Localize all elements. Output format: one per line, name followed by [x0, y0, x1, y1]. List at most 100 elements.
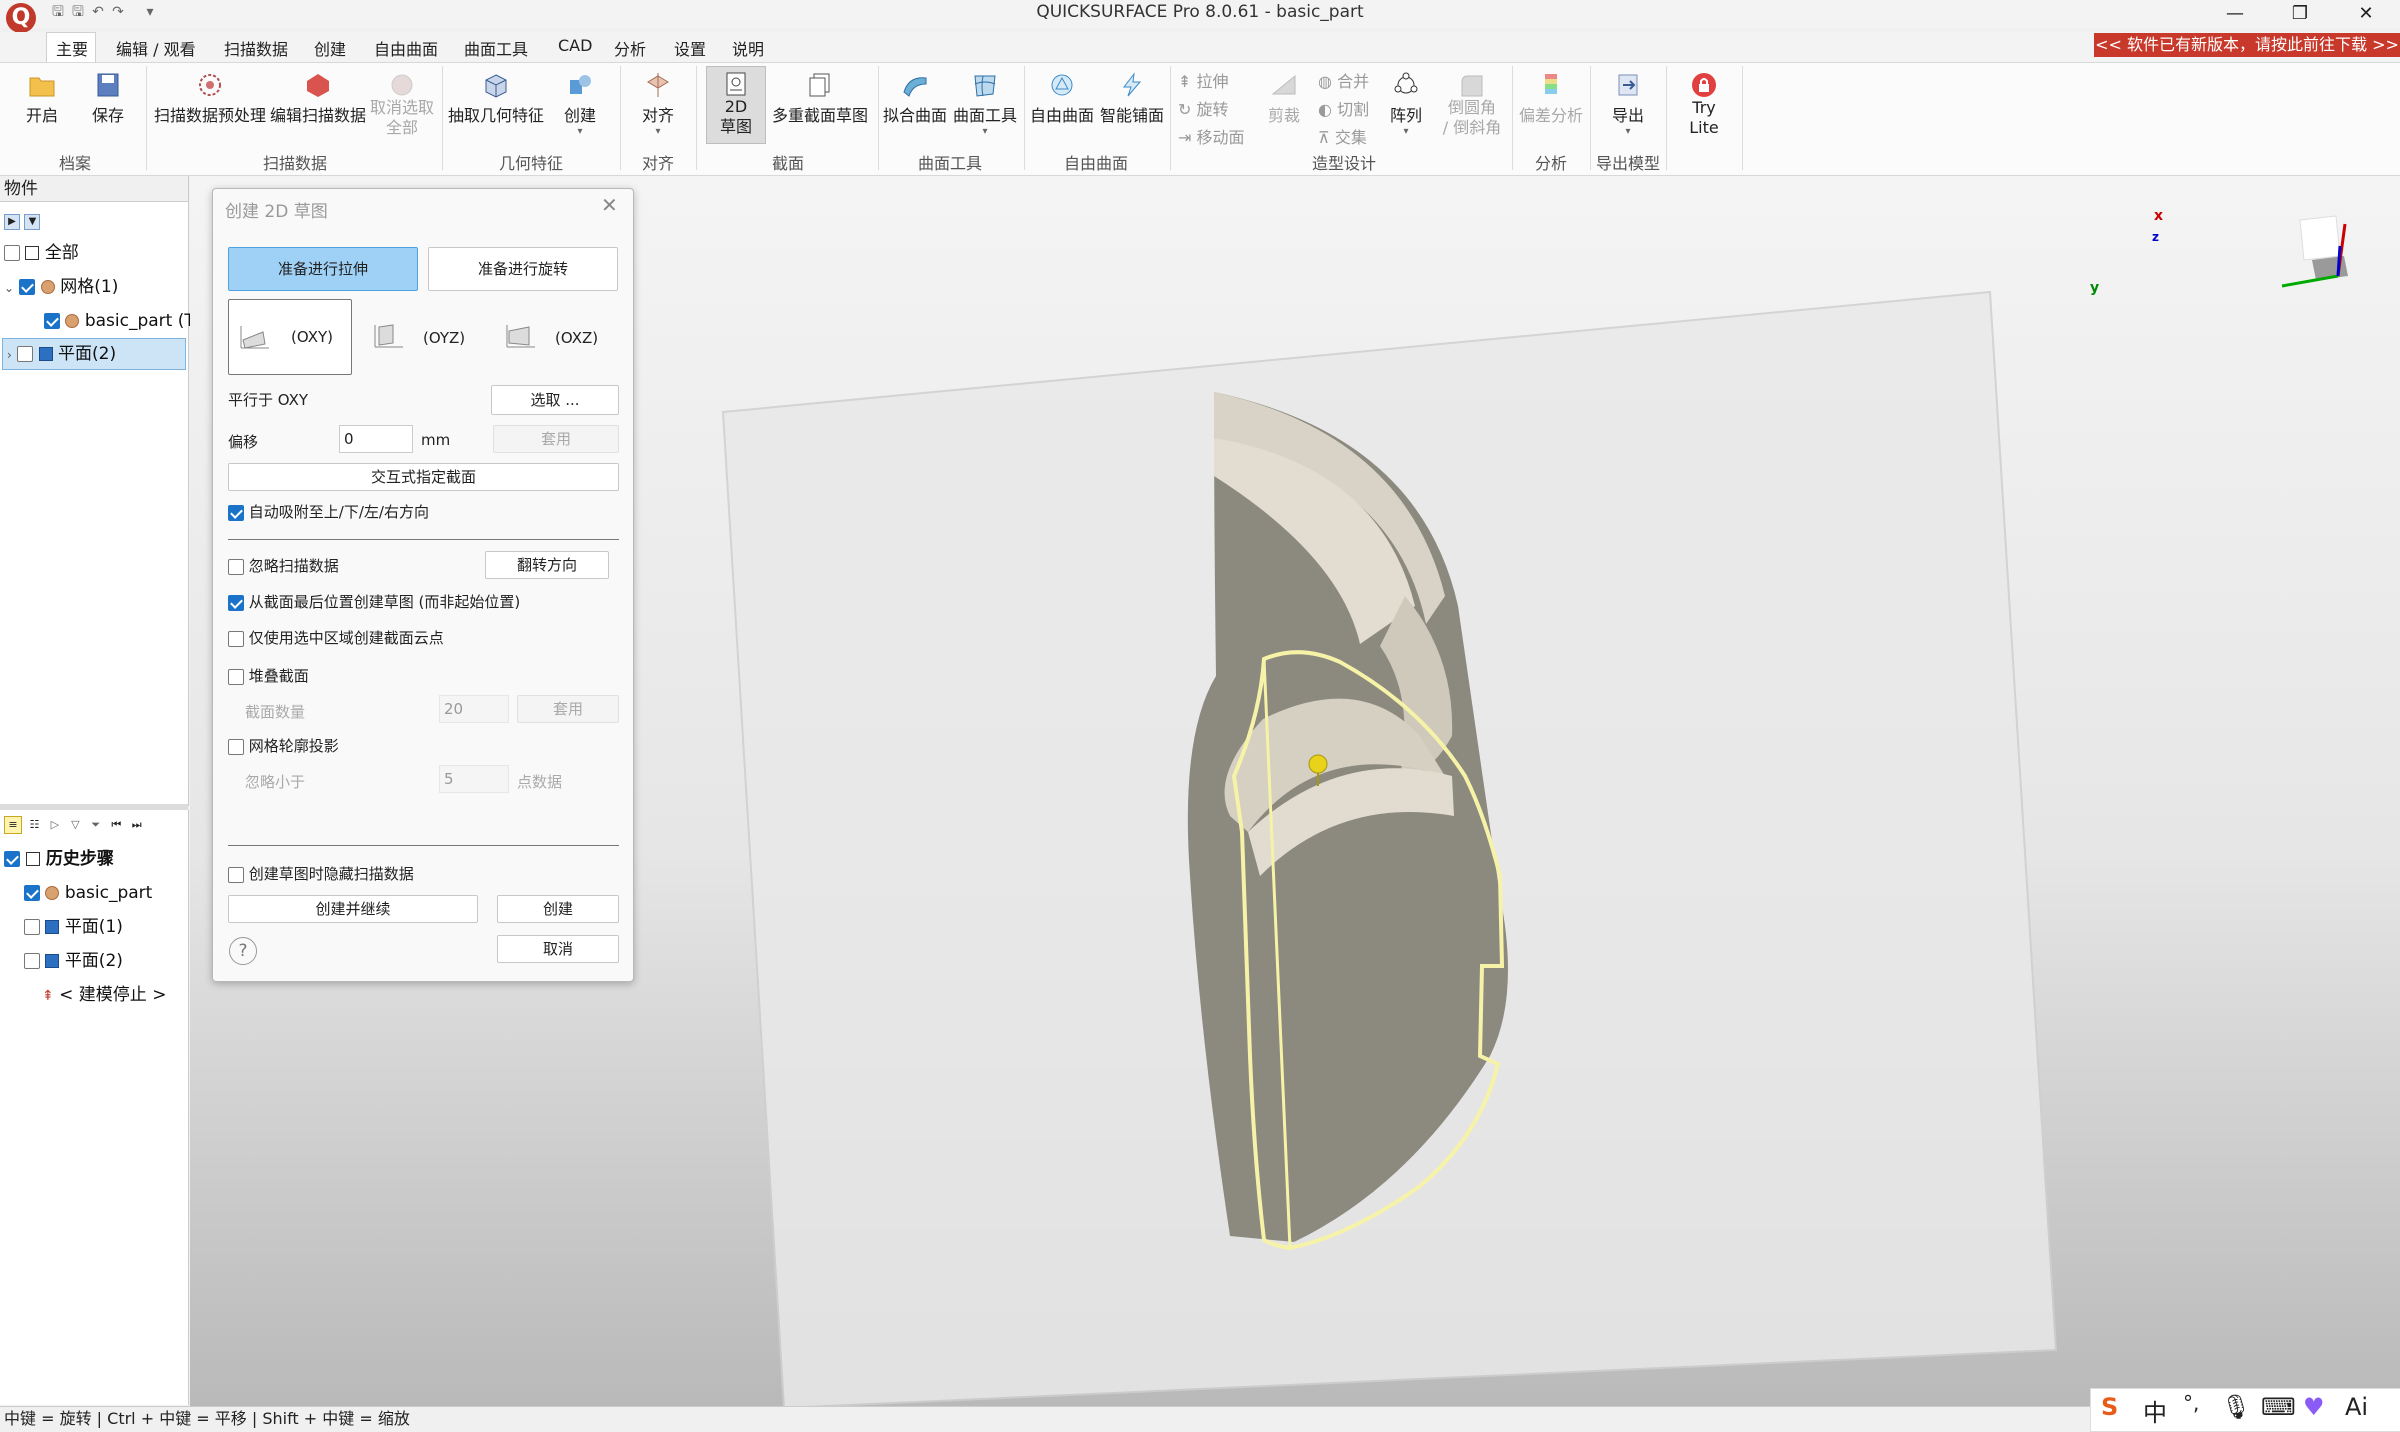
tree-checkbox[interactable] — [44, 313, 60, 329]
move-face-button[interactable]: ⇥ 移动面 — [1178, 124, 1245, 148]
tree-item-mesh[interactable]: ⌄ 网格(1) — [4, 272, 118, 302]
ignore-scan-checkbox[interactable] — [228, 558, 244, 575]
collapse-chevron-icon[interactable]: ⌄ — [4, 281, 14, 295]
expand-chevron-icon[interactable]: › — [7, 348, 12, 362]
app-logo-icon[interactable]: Q — [6, 3, 36, 33]
free-surface-button[interactable]: 自由曲面 — [1026, 72, 1098, 126]
menu-create[interactable]: 创建 — [314, 36, 346, 60]
funnel-icon[interactable]: ⏷ — [88, 817, 104, 833]
menu-help[interactable]: 说明 — [732, 36, 764, 60]
deselect-all-button[interactable]: 取消选取 全部 — [368, 72, 436, 138]
menu-surface-tools[interactable]: 曲面工具 — [464, 36, 528, 60]
try-lite-button[interactable]: Try Lite — [1676, 72, 1732, 138]
scan-preprocess-button[interactable]: 扫描数据预处理 — [152, 72, 268, 126]
tree-item-plane-2[interactable]: › 平面(2) — [2, 338, 186, 370]
from-last-section-checkbox[interactable] — [228, 594, 244, 611]
history-item-stop[interactable]: ⇞ < 建模停止 > — [42, 980, 166, 1010]
interactive-section-button[interactable]: 交互式指定截面 — [228, 463, 619, 491]
auto-snap-row[interactable]: 自动吸附至上/下/左/右方向 — [228, 501, 429, 522]
ime-logo-icon[interactable]: S — [2101, 1393, 2118, 1421]
microphone-icon[interactable]: 🎙 — [2221, 1393, 2251, 1421]
tree-checkbox[interactable] — [17, 346, 34, 362]
expand-all-icon[interactable]: ▶ — [4, 214, 20, 230]
update-banner[interactable]: << 软件已有新版本，请按此前往下载 >> — [2094, 33, 2400, 57]
menu-analysis[interactable]: 分析 — [614, 36, 646, 60]
menu-settings[interactable]: 设置 — [674, 36, 706, 60]
flip-direction-button[interactable]: 翻转方向 — [485, 551, 609, 579]
hide-scan-checkbox[interactable] — [228, 866, 244, 883]
filter-icon[interactable]: ▼ — [24, 214, 41, 230]
mesh-projection-checkbox[interactable] — [228, 738, 244, 755]
intersect-button[interactable]: ⊼ 交集 — [1318, 124, 1367, 148]
fillet-button[interactable]: 倒圆角 / 倒斜角 — [1434, 72, 1510, 138]
pattern-button[interactable]: 阵列 ▾ — [1380, 72, 1432, 137]
ime-punct-toggle[interactable]: °, — [2183, 1391, 2199, 1415]
tree-checkbox[interactable] — [4, 245, 20, 261]
section-count-input[interactable]: 20 — [439, 695, 509, 723]
extrude-button[interactable]: ⇞ 拉伸 — [1178, 68, 1229, 92]
sketch-2d-button[interactable]: 2D 草图 — [706, 66, 766, 144]
align-button[interactable]: 对齐 ▾ — [630, 72, 686, 137]
plane-oxz-option[interactable]: (OXZ) — [495, 301, 619, 373]
tree-checkbox[interactable] — [4, 851, 20, 867]
create-button-dialog[interactable]: 创建 — [497, 895, 619, 923]
smart-surface-button[interactable]: 智能铺面 — [1098, 72, 1166, 126]
tree-checkbox[interactable] — [19, 279, 36, 295]
tree-item-all[interactable]: 全部 — [4, 238, 79, 268]
history-item-basic-part[interactable]: basic_part — [24, 878, 152, 908]
ime-chinese-toggle[interactable]: 中 — [2143, 1393, 2167, 1428]
menu-free-surface[interactable]: 自由曲面 — [374, 36, 438, 60]
open-button[interactable]: 开启 — [18, 72, 66, 126]
extract-features-button[interactable]: 抽取几何特征 — [446, 72, 546, 126]
axis-triad[interactable] — [2281, 215, 2348, 288]
keyboard-icon[interactable]: ⌨ — [2261, 1393, 2296, 1421]
redo-icon[interactable]: ↷ — [110, 4, 126, 20]
play-icon[interactable]: ▷ — [47, 817, 63, 833]
undo-icon[interactable]: ↶ — [90, 4, 106, 20]
menu-edit-view[interactable]: 编辑 / 观看 — [116, 36, 196, 60]
offset-apply-button[interactable]: 套用 — [493, 425, 619, 453]
quick-save-icon[interactable]: 🖫 — [50, 4, 66, 20]
hide-scan-row[interactable]: 创建草图时隐藏扫描数据 — [228, 863, 414, 884]
ime-ai-button[interactable]: Ai — [2345, 1393, 2368, 1421]
save-button[interactable]: 保存 — [84, 72, 132, 126]
history-root[interactable]: 历史步骤 — [4, 844, 114, 874]
mesh-projection-row[interactable]: 网格轮廓投影 — [228, 735, 339, 756]
filter-icon[interactable]: ▽ — [67, 817, 83, 833]
close-button[interactable]: ✕ — [2336, 0, 2396, 28]
tree-checkbox[interactable] — [24, 953, 40, 969]
multi-section-button[interactable]: 多重截面草图 — [768, 72, 872, 126]
ignore-scan-row[interactable]: 忽略扫描数据 — [228, 555, 339, 576]
deviation-analysis-button[interactable]: 偏差分析 — [1516, 72, 1586, 126]
menu-main[interactable]: 主要 — [56, 36, 88, 60]
tree-checkbox[interactable] — [24, 885, 40, 901]
stack-sections-row[interactable]: 堆叠截面 — [228, 665, 309, 686]
tree-view-icon[interactable]: ☷ — [26, 817, 42, 833]
create-button[interactable]: 创建 ▾ — [552, 72, 608, 137]
mode-extrude-button[interactable]: 准备进行拉伸 — [228, 247, 418, 291]
surface-tools-button[interactable]: 曲面工具 ▾ — [950, 72, 1020, 137]
fit-surface-button[interactable]: 拟合曲面 — [880, 72, 950, 126]
auto-snap-checkbox[interactable] — [228, 504, 244, 521]
minimize-button[interactable]: — — [2205, 0, 2265, 28]
first-step-icon[interactable]: ⏮ — [108, 817, 124, 833]
history-item-plane-2[interactable]: 平面(2) — [24, 946, 123, 976]
tree-item-basic-part[interactable]: basic_part (T — [44, 306, 195, 336]
list-view-icon[interactable]: ≡ — [4, 816, 22, 834]
quick-access-dropdown-icon[interactable]: ▾ — [142, 4, 158, 20]
stack-sections-checkbox[interactable] — [228, 668, 244, 685]
select-button[interactable]: 选取 ... — [491, 385, 619, 415]
skin-icon[interactable]: ♥ — [2303, 1393, 2325, 1421]
quick-save-as-icon[interactable]: 🖫 — [70, 4, 86, 20]
section-apply-button[interactable]: 套用 — [517, 695, 619, 723]
union-button[interactable]: ◍ 合并 — [1318, 68, 1369, 92]
trim-button[interactable]: 剪裁 — [1260, 72, 1308, 126]
history-item-plane-1[interactable]: 平面(1) — [24, 912, 123, 942]
export-button[interactable]: 导出 ▾ — [1600, 72, 1656, 137]
cut-button[interactable]: ◐ 切割 — [1318, 96, 1369, 120]
menu-cad[interactable]: CAD — [558, 36, 592, 55]
pick-point-marker[interactable] — [1308, 754, 1328, 774]
dialog-close-icon[interactable]: ✕ — [601, 193, 618, 217]
cancel-button[interactable]: 取消 — [497, 935, 619, 963]
plane-oxy-option[interactable]: (OXY) — [228, 299, 352, 375]
